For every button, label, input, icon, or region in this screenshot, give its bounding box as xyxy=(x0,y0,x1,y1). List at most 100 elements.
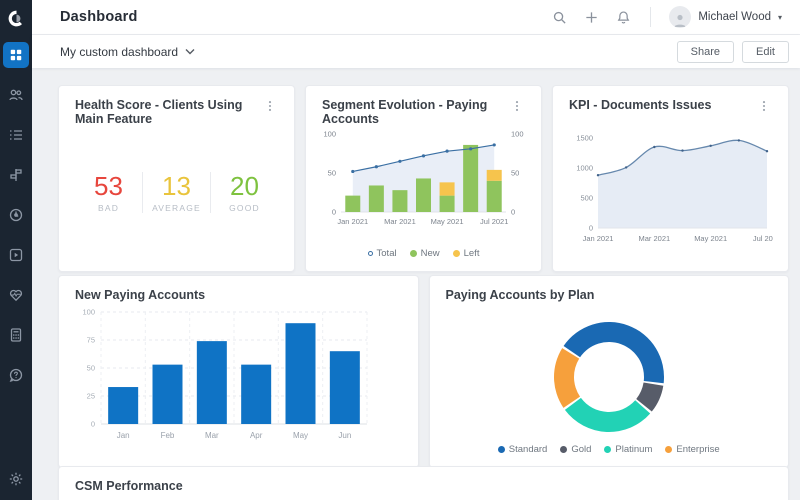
sidebar-item-milestones[interactable] xyxy=(3,162,29,188)
bar xyxy=(152,364,183,424)
bar-chart-svg: 0 25 50 75 100 Jan Feb Mar Apr May Jun xyxy=(82,308,368,440)
svg-text:100: 100 xyxy=(323,130,336,139)
svg-text:50: 50 xyxy=(87,364,95,373)
sidebar-item-help[interactable] xyxy=(3,362,29,388)
top-header: Dashboard Michael Wood ▾ xyxy=(32,0,800,35)
new-paying-accounts-chart: 0 25 50 75 100 Jan Feb Mar Apr May Jun xyxy=(75,302,375,455)
sidebar xyxy=(0,0,32,500)
notifications-button[interactable] xyxy=(614,8,632,26)
kebab-icon xyxy=(762,101,766,111)
card-title: Segment Evolution - Paying Accounts xyxy=(322,98,488,126)
stat-average: 13 AVERAGE xyxy=(142,172,210,214)
sidebar-item-customers[interactable] xyxy=(3,82,29,108)
dashboard-selector-label: My custom dashboard xyxy=(60,44,179,59)
legend-marker xyxy=(409,250,417,257)
sidebar-item-tasks[interactable] xyxy=(3,122,29,148)
milestones-icon xyxy=(10,169,22,181)
legend-item[interactable]: Standard xyxy=(497,444,547,455)
card-paying-accounts-by-plan: Paying Accounts by Plan Standard Gold Plat… xyxy=(428,275,789,468)
bar xyxy=(285,323,316,424)
user-name: Michael Wood xyxy=(698,11,771,23)
health-score-stats: 53 BAD 13 AVERAGE 20 GOOD xyxy=(75,126,278,259)
chart-legend: Total New Left xyxy=(367,248,479,259)
legend-label: New xyxy=(420,248,440,259)
svg-text:Jul 2021: Jul 2021 xyxy=(480,217,508,226)
bar xyxy=(241,364,272,424)
sidebar-item-dashboards[interactable] xyxy=(3,42,29,68)
calculator-icon xyxy=(10,328,22,342)
edit-button[interactable]: Edit xyxy=(742,40,789,63)
legend-marker xyxy=(604,446,612,453)
bar-segment xyxy=(416,178,431,212)
svg-text:75: 75 xyxy=(87,336,95,345)
lifecycle-target-icon xyxy=(9,208,23,222)
legend-marker xyxy=(367,251,373,256)
app-logo[interactable] xyxy=(0,0,32,36)
donut-slice-platinum xyxy=(564,397,650,432)
legend-label: Gold xyxy=(571,444,592,455)
bar-segment xyxy=(439,182,455,196)
svg-text:Jul 2021: Jul 2021 xyxy=(753,234,773,243)
kebab-icon xyxy=(268,101,272,111)
chevron-down-icon xyxy=(185,49,195,55)
svg-text:Feb: Feb xyxy=(161,431,175,440)
svg-text:Mar: Mar xyxy=(205,431,219,440)
search-button[interactable] xyxy=(550,8,568,26)
sidebar-item-calculations[interactable] xyxy=(3,322,29,348)
sidebar-item-health[interactable] xyxy=(3,282,29,308)
svg-text:May 2021: May 2021 xyxy=(694,234,727,243)
stat-bad: 53 BAD xyxy=(75,172,142,214)
bar-segment xyxy=(463,144,479,212)
legend-item[interactable]: Enterprise xyxy=(665,444,720,455)
svg-text:Jan 2021: Jan 2021 xyxy=(337,217,368,226)
legend-marker xyxy=(452,250,460,257)
sidebar-item-playbooks[interactable] xyxy=(3,242,29,268)
card-title: New Paying Accounts xyxy=(75,288,206,302)
bar-segment xyxy=(368,185,384,212)
card-menu-button[interactable] xyxy=(509,98,525,114)
donut-chart-svg xyxy=(553,322,664,432)
card-title: KPI - Documents Issues xyxy=(569,98,712,112)
add-button[interactable] xyxy=(582,8,600,26)
logo-icon xyxy=(8,10,22,26)
dashboard-grid-icon xyxy=(10,49,22,61)
legend-item[interactable]: Gold xyxy=(560,444,591,455)
sidebar-nav xyxy=(3,42,29,402)
dashboard-content: Health Score - Clients Using Main Featur… xyxy=(32,68,800,500)
stat-value: 13 xyxy=(162,170,191,201)
bell-icon xyxy=(617,10,630,24)
svg-text:0: 0 xyxy=(91,420,95,429)
bar xyxy=(108,387,139,424)
bar-segment xyxy=(392,190,408,212)
svg-text:0: 0 xyxy=(511,208,515,217)
card-title: CSM Performance xyxy=(75,479,183,493)
sidebar-item-settings[interactable] xyxy=(3,466,29,492)
legend-item[interactable]: Left xyxy=(452,248,479,259)
user-menu[interactable]: Michael Wood ▾ xyxy=(669,6,782,28)
svg-text:100: 100 xyxy=(82,308,95,317)
health-heart-icon xyxy=(9,289,23,302)
card-menu-button[interactable] xyxy=(262,98,278,114)
dashboard-selector[interactable]: My custom dashboard xyxy=(60,45,195,59)
svg-text:May: May xyxy=(293,431,308,440)
legend-item[interactable]: Platinum xyxy=(604,444,652,455)
svg-text:Jan 2021: Jan 2021 xyxy=(583,234,614,243)
area-chart-svg: 0 500 1000 1500 Jan 2021 Mar 2021 May 2021 Jul … xyxy=(576,134,781,244)
card-menu-button[interactable] xyxy=(756,98,772,114)
svg-text:0: 0 xyxy=(332,208,336,217)
svg-text:Mar 2021: Mar 2021 xyxy=(638,234,670,243)
legend-item[interactable]: New xyxy=(409,248,440,259)
paying-accounts-by-plan-chart xyxy=(550,318,668,441)
svg-text:1500: 1500 xyxy=(576,134,593,143)
legend-item[interactable]: Total xyxy=(367,248,397,259)
share-button[interactable]: Share xyxy=(676,40,735,63)
help-chat-icon xyxy=(9,368,23,383)
sidebar-item-lifecycle[interactable] xyxy=(3,202,29,228)
dashboard-toolbar: My custom dashboard Share Edit xyxy=(32,35,800,68)
combo-chart-svg: 0 0 50 50 100 100 Jan 2021 Mar 2021 May 2021 Jul … xyxy=(323,130,523,227)
bar xyxy=(196,341,227,424)
video-play-icon xyxy=(9,248,23,262)
users-icon xyxy=(9,89,23,101)
bar-segment xyxy=(439,195,455,212)
stat-label: BAD xyxy=(97,203,120,214)
